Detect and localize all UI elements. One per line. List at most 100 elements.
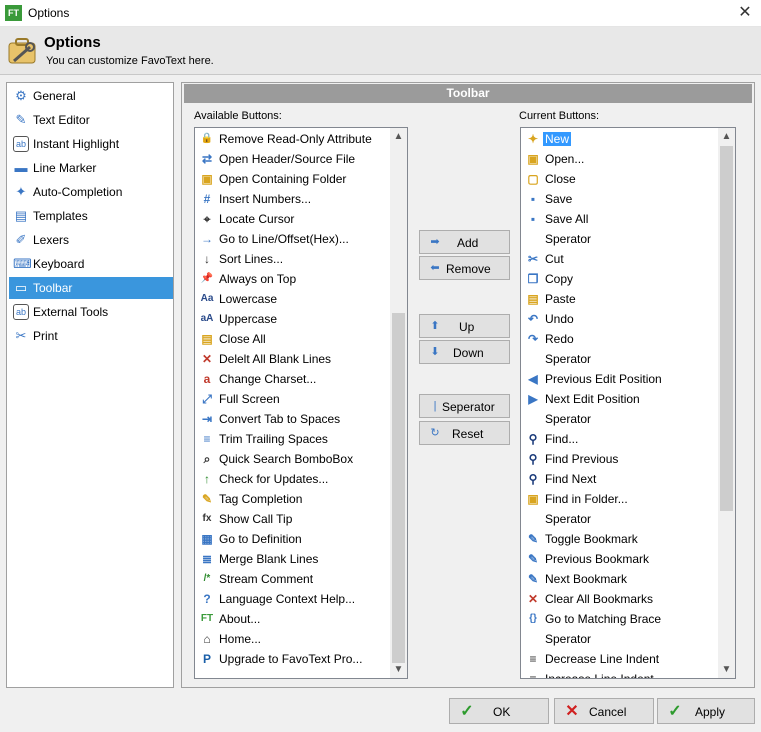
current-list-item[interactable]: ⚲ Find Next	[523, 469, 713, 489]
available-list-item[interactable]: /* Stream Comment	[197, 569, 387, 589]
nav-item-auto-completion[interactable]: ✦ Auto-Completion	[9, 181, 173, 203]
available-list-item[interactable]: ⇄ Open Header/Source File	[197, 149, 387, 169]
scroll-up-icon[interactable]: ▲	[390, 128, 407, 145]
remove-button[interactable]: ⬅ Remove	[419, 256, 510, 280]
current-list-item[interactable]: ❐ Copy	[523, 269, 713, 289]
available-list-item[interactable]: ⌕ Quick Search BomboBox	[197, 449, 387, 469]
available-list-item[interactable]: ▦ Go to Definition	[197, 529, 387, 549]
nav-item-line-marker[interactable]: ▬ Line Marker	[9, 157, 173, 179]
list-item-label: Find...	[545, 432, 579, 446]
current-list-item[interactable]: ▢ Close	[523, 169, 713, 189]
available-list-item[interactable]: 🔒 Remove Read-Only Attribute	[197, 129, 387, 149]
available-list-item[interactable]: P Upgrade to FavoText Pro...	[197, 649, 387, 669]
available-list-item[interactable]: ✎ Tag Completion	[197, 489, 387, 509]
available-list-item[interactable]: ✕ Delelt All Blank Lines	[197, 349, 387, 369]
available-list-item[interactable]: ⌂ Home...	[197, 629, 387, 649]
current-list-item[interactable]: Sperator	[523, 229, 713, 249]
nav-item-label: Print	[33, 329, 58, 343]
current-list-item[interactable]: ▪ Save	[523, 189, 713, 209]
available-scrollbar[interactable]: ▲ ▼	[390, 128, 407, 678]
scrollbar-thumb[interactable]	[720, 146, 733, 511]
scroll-up-icon[interactable]: ▲	[718, 128, 735, 145]
current-list-item[interactable]: ▶ Next Edit Position	[523, 389, 713, 409]
available-list-item[interactable]: ▣ Open Containing Folder	[197, 169, 387, 189]
ok-button[interactable]: ✓ OK	[449, 698, 549, 724]
current-list-item[interactable]: Sperator	[523, 629, 713, 649]
available-list-item[interactable]: ↑ Check for Updates...	[197, 469, 387, 489]
down-button[interactable]: ⬇ Down	[419, 340, 510, 364]
current-list-item[interactable]: ▣ Find in Folder...	[523, 489, 713, 509]
close-icon[interactable]: ✕	[735, 3, 755, 23]
current-list-item[interactable]: ▣ Open...	[523, 149, 713, 169]
nav-item-label: Line Marker	[33, 161, 97, 175]
next-bookmark-icon: ✎	[527, 572, 539, 586]
reset-button[interactable]: ↻ Reset	[419, 421, 510, 445]
cancel-button[interactable]: ✕ Cancel	[554, 698, 654, 724]
available-list-item[interactable]: ≡ Trim Trailing Spaces	[197, 429, 387, 449]
scroll-down-icon[interactable]: ▼	[718, 661, 735, 678]
current-list-item[interactable]: ↷ Redo	[523, 329, 713, 349]
current-list-item[interactable]: ≡ Decrease Line Indent	[523, 649, 713, 669]
current-list-item[interactable]: Sperator	[523, 509, 713, 529]
list-item-label: Remove Read-Only Attribute	[219, 132, 372, 146]
text-editor-icon: ✎	[15, 112, 27, 127]
checkmark-icon: ✓	[460, 703, 474, 720]
separator-button[interactable]: | Seperator	[419, 394, 510, 418]
available-list-item[interactable]: ? Language Context Help...	[197, 589, 387, 609]
scroll-down-icon[interactable]: ▼	[390, 661, 407, 678]
scrollbar-thumb[interactable]	[392, 313, 405, 663]
current-list-item[interactable]: ✂ Cut	[523, 249, 713, 269]
nav-item-lexers[interactable]: ✐ Lexers	[9, 229, 173, 251]
available-list-item[interactable]: ≣ Merge Blank Lines	[197, 549, 387, 569]
up-button[interactable]: ⬆ Up	[419, 314, 510, 338]
available-list-item[interactable]: # Insert Numbers...	[197, 189, 387, 209]
current-list-item[interactable]: ✎ Toggle Bookmark	[523, 529, 713, 549]
highlight-icon: ab	[13, 136, 29, 152]
available-buttons-list[interactable]: 🔒 Remove Read-Only Attribute ⇄ Open Header/…	[194, 127, 408, 679]
available-list-item[interactable]: ⇥ Convert Tab to Spaces	[197, 409, 387, 429]
available-list-item[interactable]: ⤢ Full Screen	[197, 389, 387, 409]
nav-item-toolbar[interactable]: ▭ Toolbar	[9, 277, 173, 299]
nav-item-instant-highlight[interactable]: ab Instant Highlight	[9, 133, 173, 155]
nav-item-general[interactable]: ⚙ General	[9, 85, 173, 107]
current-list-item[interactable]: ◀ Previous Edit Position	[523, 369, 713, 389]
available-list-item[interactable]: → Go to Line/Offset(Hex)...	[197, 229, 387, 249]
current-list-item[interactable]: ▤ Paste	[523, 289, 713, 309]
current-list-item[interactable]: ≡ Increase Line Indent	[523, 669, 713, 678]
apply-button[interactable]: ✓ Apply	[657, 698, 755, 724]
nav-item-text-editor[interactable]: ✎ Text Editor	[9, 109, 173, 131]
current-scrollbar[interactable]: ▲ ▼	[718, 128, 735, 678]
available-list-item[interactable]: a Change Charset...	[197, 369, 387, 389]
current-list-item[interactable]: ↶ Undo	[523, 309, 713, 329]
available-list-item[interactable]: ↓ Sort Lines...	[197, 249, 387, 269]
nav-item-templates[interactable]: ▤ Templates	[9, 205, 173, 227]
next-edit-position-icon: ▶	[528, 392, 538, 406]
current-list-item[interactable]: Sperator	[523, 349, 713, 369]
templates-icon: ▤	[14, 208, 28, 223]
available-list-item[interactable]: aA Uppercase	[197, 309, 387, 329]
nav-item-keyboard[interactable]: ⌨ Keyboard	[9, 253, 173, 275]
current-buttons-list[interactable]: ✦ New ▣ Open... ▢ Close ▪ Save ▪ Save All Sperator…	[520, 127, 736, 679]
available-list-item[interactable]: 📌 Always on Top	[197, 269, 387, 289]
current-list-item[interactable]: ✎ Next Bookmark	[523, 569, 713, 589]
current-list-item[interactable]: ✕ Clear All Bookmarks	[523, 589, 713, 609]
current-list-item[interactable]: ✦ New	[523, 129, 713, 149]
current-list-item[interactable]: ⚲ Find...	[523, 429, 713, 449]
current-list-item[interactable]: {} Go to Matching Brace	[523, 609, 713, 629]
available-list-item[interactable]: ▤ Close All	[197, 329, 387, 349]
find-next-icon: ⚲	[528, 472, 538, 486]
current-list-item[interactable]: ✎ Previous Bookmark	[523, 549, 713, 569]
current-list-item[interactable]: ▪ Save All	[523, 209, 713, 229]
available-list-item[interactable]: Aa Lowercase	[197, 289, 387, 309]
current-list-item[interactable]: Sperator	[523, 409, 713, 429]
list-item-label: Undo	[545, 312, 574, 326]
toolbar-icon: ▭	[14, 280, 28, 295]
language-context-help-icon: ?	[203, 592, 211, 606]
add-button[interactable]: ➡ Add	[419, 230, 510, 254]
current-list-item[interactable]: ⚲ Find Previous	[523, 449, 713, 469]
nav-item-external-tools[interactable]: ab External Tools	[9, 301, 173, 323]
nav-item-print[interactable]: ✂ Print	[9, 325, 173, 347]
available-list-item[interactable]: ⌖ Locate Cursor	[197, 209, 387, 229]
available-list-item[interactable]: FT About...	[197, 609, 387, 629]
available-list-item[interactable]: fx Show Call Tip	[197, 509, 387, 529]
